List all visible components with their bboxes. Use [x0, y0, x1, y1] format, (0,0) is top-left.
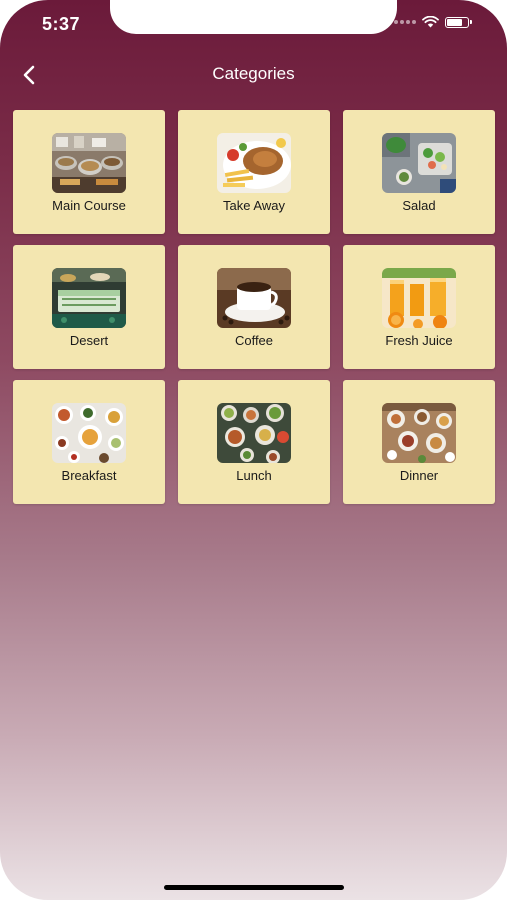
category-card-main-course[interactable]: Main Course: [13, 110, 165, 234]
app-header: Categories: [0, 56, 507, 92]
category-label: Dinner: [399, 468, 439, 483]
salad-bowl-image: [382, 133, 456, 193]
category-card-desert[interactable]: Desert: [13, 245, 165, 369]
battery-icon: [445, 16, 472, 28]
status-time: 5:37: [42, 14, 81, 34]
buffet-dishes-image: [52, 133, 126, 193]
category-label: Main Course: [52, 198, 126, 213]
dinner-table-image: [382, 403, 456, 463]
lunch-table-image: [217, 403, 291, 463]
category-label: Coffee: [234, 333, 274, 348]
status-icons: [394, 16, 472, 28]
category-label: Lunch: [236, 468, 272, 483]
breakfast-spread-image: [52, 403, 126, 463]
category-label: Salad: [402, 198, 436, 213]
category-card-take-away[interactable]: Take Away: [178, 110, 330, 234]
category-card-dinner[interactable]: Dinner: [343, 380, 495, 504]
category-label: Fresh Juice: [385, 333, 453, 348]
category-label: Breakfast: [61, 468, 117, 483]
orange-juice-image: [382, 268, 456, 328]
category-card-fresh-juice[interactable]: Fresh Juice: [343, 245, 495, 369]
category-card-breakfast[interactable]: Breakfast: [13, 380, 165, 504]
device-notch: [110, 0, 397, 34]
wifi-icon: [422, 16, 439, 28]
home-indicator[interactable]: [164, 885, 344, 890]
cellular-signal-icon: [394, 20, 416, 24]
shawarma-plate-image: [217, 133, 291, 193]
category-card-coffee[interactable]: Coffee: [178, 245, 330, 369]
page-title: Categories: [212, 64, 295, 83]
coffee-cup-image: [217, 268, 291, 328]
app-screen: 5:37 Categories Main Course Take Away Sa…: [0, 0, 507, 900]
category-grid: Main Course Take Away Salad Desert Coffe…: [13, 110, 495, 504]
category-card-lunch[interactable]: Lunch: [178, 380, 330, 504]
category-card-salad[interactable]: Salad: [343, 110, 495, 234]
cake-image: [52, 268, 126, 328]
category-label: Take Away: [223, 198, 285, 213]
category-label: Desert: [69, 333, 109, 348]
